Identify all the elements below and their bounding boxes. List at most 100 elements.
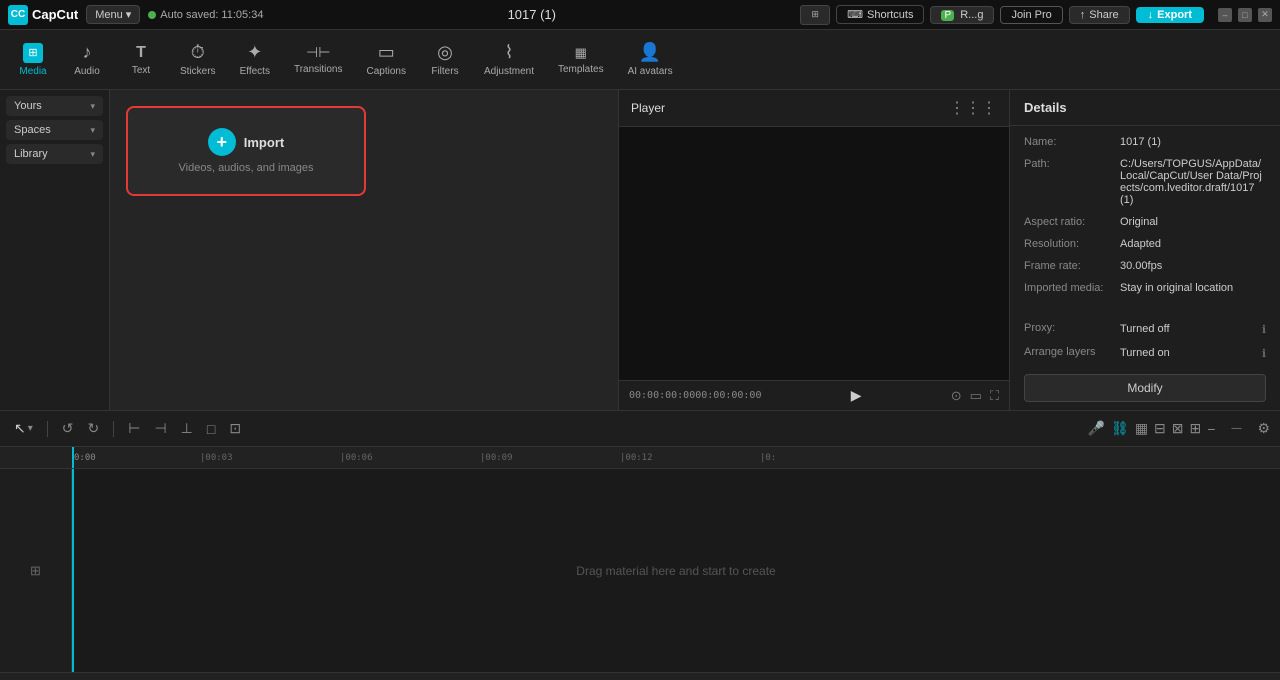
autosave-indicator: Auto saved: 11:05:34	[148, 9, 263, 21]
toolbar-ai-avatars[interactable]: 👤 AI avatars	[618, 38, 683, 81]
import-box[interactable]: + Import Videos, audios, and images	[126, 106, 366, 196]
imported-media-label: Imported media:	[1024, 282, 1114, 294]
templates-icon: ▦	[575, 45, 587, 61]
timeline-right-tools: 🎤 ⛓ ▦ ⊟ ⊠ ⊞ − — ⚙	[1088, 420, 1270, 437]
detail-framerate-row: Frame rate: 30.00fps	[1024, 260, 1266, 272]
main-area: Yours ▾ Spaces ▾ Library ▾ + Import Vide…	[0, 90, 1280, 410]
path-value: C:/Users/TOPGUS/AppData/Local/CapCut/Use…	[1120, 158, 1266, 206]
effects-label: Effects	[240, 66, 270, 77]
screenshot-icon[interactable]: ⊙	[951, 388, 962, 404]
profile-label: R...g	[960, 9, 983, 21]
play-button[interactable]: ▶	[851, 387, 862, 404]
select-tool[interactable]: ↖ ▾	[10, 418, 37, 439]
timeline: ↖ ▾ ↺ ↻ ⊢ ⊣ ⊥ □ ⊡ 🎤 ⛓ ▦ ⊟ ⊠ ⊞ − — ⚙ 0:00…	[0, 410, 1280, 680]
modify-button[interactable]: Modify	[1024, 374, 1266, 402]
autosave-dot	[148, 11, 156, 19]
shortcuts-button[interactable]: ⌨ Shortcuts	[836, 5, 924, 24]
track-area[interactable]: Drag material here and start to create	[72, 469, 1280, 672]
transitions-icon: ⊣⊢	[306, 44, 330, 61]
audio-label: Audio	[74, 66, 100, 77]
detail-name-row: Name: 1017 (1)	[1024, 136, 1266, 148]
proxy-info-icon: ℹ	[1262, 323, 1266, 336]
timeline-toolbar: ↖ ▾ ↺ ↻ ⊢ ⊣ ⊥ □ ⊡ 🎤 ⛓ ▦ ⊟ ⊠ ⊞ − — ⚙	[0, 411, 1280, 447]
maximize-button[interactable]: □	[1238, 8, 1252, 22]
ai-avatars-label: AI avatars	[628, 66, 673, 77]
settings-icon[interactable]: ⚙	[1257, 420, 1270, 437]
joinpro-label: Join Pro	[1011, 9, 1051, 21]
toolbar-media[interactable]: ⊞ Media	[8, 39, 58, 81]
split-icon-2[interactable]: ⊠	[1172, 420, 1184, 437]
multi-track-icon[interactable]: ▦	[1135, 420, 1148, 437]
spaces-label: Spaces	[14, 124, 51, 136]
player-menu-icon[interactable]: ⋮⋮⋮	[949, 98, 997, 118]
player-time-current: 00:00:00:00	[629, 390, 695, 401]
filters-label: Filters	[431, 66, 458, 77]
menu-button[interactable]: Menu ▾	[86, 5, 140, 24]
crop-tool[interactable]: ⊡	[225, 418, 245, 439]
ruler-mark-3: |00:03	[200, 453, 233, 463]
project-title: 1017 (1)	[271, 7, 792, 22]
arrange-layers-info-icon: ℹ	[1262, 347, 1266, 360]
detail-layers-row: Arrange layers Turned on ℹ	[1024, 346, 1266, 360]
toolbar-stickers[interactable]: ⏱ Stickers	[170, 38, 226, 81]
join-pro-button[interactable]: Join Pro	[1000, 6, 1062, 24]
audio-icon: ♪	[83, 42, 92, 63]
share-button[interactable]: ↑ Share	[1069, 6, 1130, 24]
zoom-level: —	[1221, 423, 1251, 434]
playhead-indicator	[72, 447, 74, 468]
toolbar-text[interactable]: T Text	[116, 40, 166, 80]
toolbar-transitions[interactable]: ⊣⊢ Transitions	[284, 40, 353, 79]
toolbar-effects[interactable]: ✦ Effects	[230, 38, 280, 81]
logo-icon: CC	[8, 5, 28, 25]
toolbar-templates[interactable]: ▦ Templates	[548, 41, 614, 79]
link-icon[interactable]: ⛓	[1111, 420, 1129, 437]
delete-tool[interactable]: □	[203, 419, 219, 439]
fullscreen-icon[interactable]: ⛶	[990, 388, 999, 404]
profile-button[interactable]: P R...g	[930, 6, 994, 24]
proxy-value: Turned off	[1120, 323, 1258, 335]
timeline-content: 0:00 |00:03 |00:06 |00:09 |00:12 |0: ⊞ D…	[0, 447, 1280, 672]
window-controls: – □ ✕	[1218, 8, 1272, 22]
player-time-total: 00:00:00:00	[695, 390, 761, 401]
aspect-ratio-label: Aspect ratio:	[1024, 216, 1114, 228]
track-add-icon[interactable]: ⊞	[30, 563, 41, 579]
thumbnail-icon[interactable]: ⊞	[1190, 420, 1202, 437]
ai-avatars-icon: 👤	[639, 42, 661, 63]
zoom-out-icon[interactable]: −	[1207, 421, 1215, 437]
magnet-icon[interactable]: ⊟	[1154, 420, 1166, 437]
detail-aspect-row: Aspect ratio: Original	[1024, 216, 1266, 228]
keyboard-icon: ⌨	[847, 8, 863, 21]
minimize-button[interactable]: –	[1218, 8, 1232, 22]
share-label: Share	[1089, 9, 1118, 21]
split-left-tool[interactable]: ⊢	[124, 418, 144, 439]
aspect-ratio-icon[interactable]: ▭	[970, 388, 982, 404]
arrange-layers-label: Arrange layers	[1024, 346, 1114, 360]
import-sublabel: Videos, audios, and images	[179, 162, 314, 174]
display-options-button[interactable]: ⊞	[800, 5, 830, 25]
details-panel: Details Name: 1017 (1) Path: C:/Users/TO…	[1010, 90, 1280, 410]
timeline-scrollbar[interactable]	[0, 672, 1280, 680]
toolbar-separator-1	[47, 421, 48, 437]
undo-tool[interactable]: ↺	[58, 418, 78, 439]
toolbar-filters[interactable]: ◎ Filters	[420, 38, 470, 81]
resolution-value: Adapted	[1120, 238, 1266, 250]
ruler-mark-12: |00:12	[620, 453, 653, 463]
close-button[interactable]: ✕	[1258, 8, 1272, 22]
toolbar-audio[interactable]: ♪ Audio	[62, 38, 112, 81]
redo-tool[interactable]: ↻	[84, 418, 104, 439]
yours-dropdown[interactable]: Yours ▾	[6, 96, 103, 116]
export-button[interactable]: ↓ Export	[1136, 7, 1204, 23]
microphone-icon[interactable]: 🎤	[1088, 420, 1105, 437]
detail-path-row: Path: C:/Users/TOPGUS/AppData/Local/CapC…	[1024, 158, 1266, 206]
split-right-tool[interactable]: ⊣	[150, 418, 170, 439]
library-dropdown[interactable]: Library ▾	[6, 144, 103, 164]
player-controls: 00:00:00:00 00:00:00:00 ▶ ⊙ ▭ ⛶	[619, 380, 1009, 410]
toolbar-adjustment[interactable]: ⌇ Adjustment	[474, 38, 544, 81]
details-header: Details	[1010, 90, 1280, 126]
spaces-dropdown[interactable]: Spaces ▾	[6, 120, 103, 140]
yours-chevron-icon: ▾	[90, 101, 95, 112]
player-ctrl-icons: ⊙ ▭ ⛶	[951, 388, 999, 404]
player-header: Player ⋮⋮⋮	[619, 90, 1009, 127]
toolbar-captions[interactable]: ▭ Captions	[357, 38, 416, 81]
split-tool[interactable]: ⊥	[177, 418, 197, 439]
